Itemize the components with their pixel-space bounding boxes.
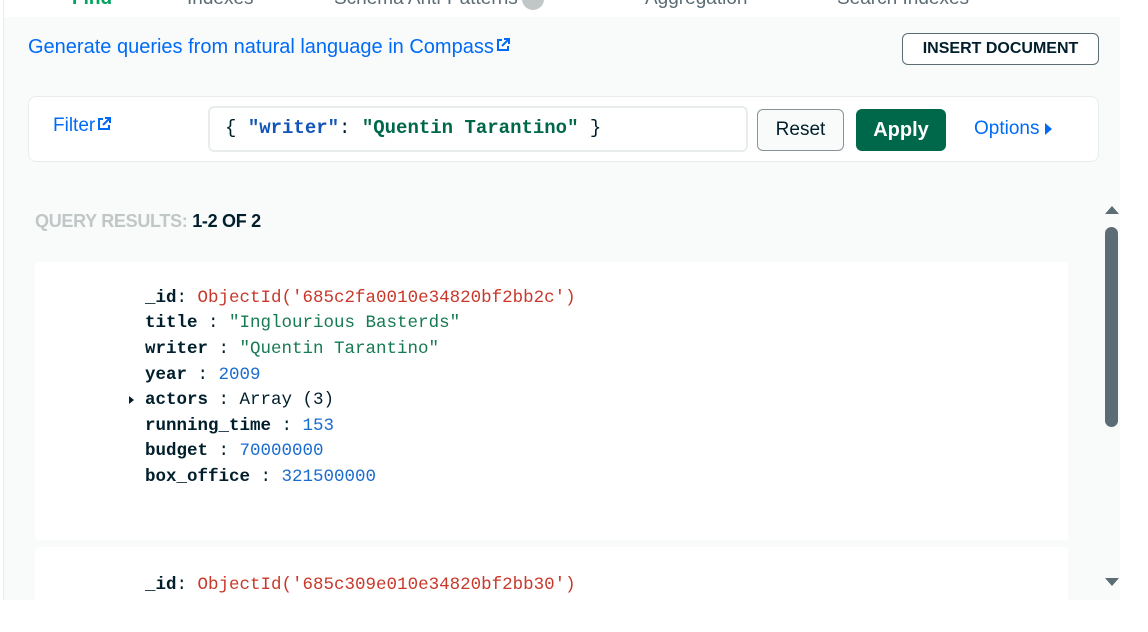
field-key: budget [145,441,209,461]
generate-queries-label: Generate queries from natural language i… [28,36,494,58]
field-separator: : [187,365,219,385]
generate-queries-link[interactable]: Generate queries from natural language i… [28,36,510,59]
field-separator: : [208,390,240,410]
field-separator: : [176,575,198,595]
document-card[interactable]: _id: ObjectId('685c309e010e34820bf2bb30'… [35,547,1068,600]
apply-button[interactable]: Apply [856,109,946,151]
caret-right-icon [1045,122,1053,135]
scroll-thumb[interactable] [1105,227,1118,427]
field-separator: : [197,313,230,333]
field-key: year [145,365,188,385]
scroll-down-arrow-icon[interactable] [1105,578,1119,586]
options-label: Options [974,118,1040,139]
document-field: box_office : 321500000 [145,467,376,487]
expand-caret-icon[interactable] [129,396,134,404]
query-results-range: 1-2 OF 2 [192,211,261,231]
field-value: 2009 [218,365,261,385]
document-field: running_time : 153 [145,416,334,436]
filter-close-brace: } [578,117,602,139]
insert-document-button[interactable]: INSERT DOCUMENT [902,33,1099,65]
tab-indexes[interactable]: Indexes [187,0,254,10]
document-card[interactable]: _id: ObjectId('685c2fa0010e34820bf2bb2c'… [35,262,1068,540]
field-key: _id [145,288,177,308]
field-key: writer [145,339,209,359]
field-value: ObjectId('685c2fa0010e34820bf2bb2c') [197,288,576,308]
document-field: _id: ObjectId('685c309e010e34820bf2bb30'… [145,575,576,595]
field-key: box_office [145,467,251,487]
scroll-up-arrow-icon[interactable] [1105,206,1119,214]
tab-schema-anti-patterns-label: Schema Anti-Patterns [334,0,518,9]
tab-schema-anti-patterns[interactable]: Schema Anti-Patterns [334,0,544,10]
query-results-label: QUERY RESULTS: 1-2 OF 2 [35,211,261,232]
options-toggle[interactable]: Options [974,118,1053,140]
field-value: Array (3) [239,390,335,410]
document-field: actors : Array (3) [129,390,335,410]
field-value: 321500000 [281,467,377,487]
field-separator: : [176,288,198,308]
filter-input[interactable]: { "writer": "Quentin Tarantino" } [208,106,748,152]
results-scrollbar[interactable] [1100,200,1120,600]
document-field: writer : "Quentin Tarantino" [145,339,439,359]
field-value: "Quentin Tarantino" [239,339,440,359]
tab-aggregation[interactable]: Aggregation [645,0,747,10]
field-separator: : [250,467,282,487]
field-separator: : [208,441,240,461]
field-value: 70000000 [239,441,324,461]
external-link-icon [496,38,510,51]
field-key: running_time [145,416,272,436]
count-badge [521,0,544,10]
document-field: year : 2009 [145,365,261,385]
filter-colon: : [339,117,362,139]
query-results-prefix: QUERY RESULTS: [35,211,188,231]
filter-key: "writer" [247,117,340,139]
field-separator: : [208,339,240,359]
document-field: title : "Inglourious Basterds" [145,313,460,333]
field-value: "Inglourious Basterds" [229,313,461,333]
field-value: 153 [302,416,335,436]
filter-label: Filter [53,115,96,136]
filter-value: "Quentin Tarantino" [361,117,579,139]
external-link-icon [98,117,112,130]
field-value: ObjectId('685c309e010e34820bf2bb30') [197,575,576,595]
reset-button[interactable]: Reset [757,109,844,151]
filter-link[interactable]: Filter [53,115,112,137]
tab-search-indexes[interactable]: Search Indexes [837,0,969,10]
field-key: _id [145,575,177,595]
field-key: title [145,313,198,333]
document-field: budget : 70000000 [145,441,324,461]
field-key: actors [145,390,209,410]
field-separator: : [271,416,303,436]
filter-open-brace: { [225,117,248,139]
document-field: _id: ObjectId('685c2fa0010e34820bf2bb2c'… [145,288,576,308]
collection-tabs: Find Indexes Schema Anti-Patterns Aggreg… [4,0,1120,17]
collection-view: Find Indexes Schema Anti-Patterns Aggreg… [3,0,1120,600]
query-bar: Filter { "writer": "Quentin Tarantino" }… [28,96,1099,162]
tab-find[interactable]: Find [72,0,112,10]
